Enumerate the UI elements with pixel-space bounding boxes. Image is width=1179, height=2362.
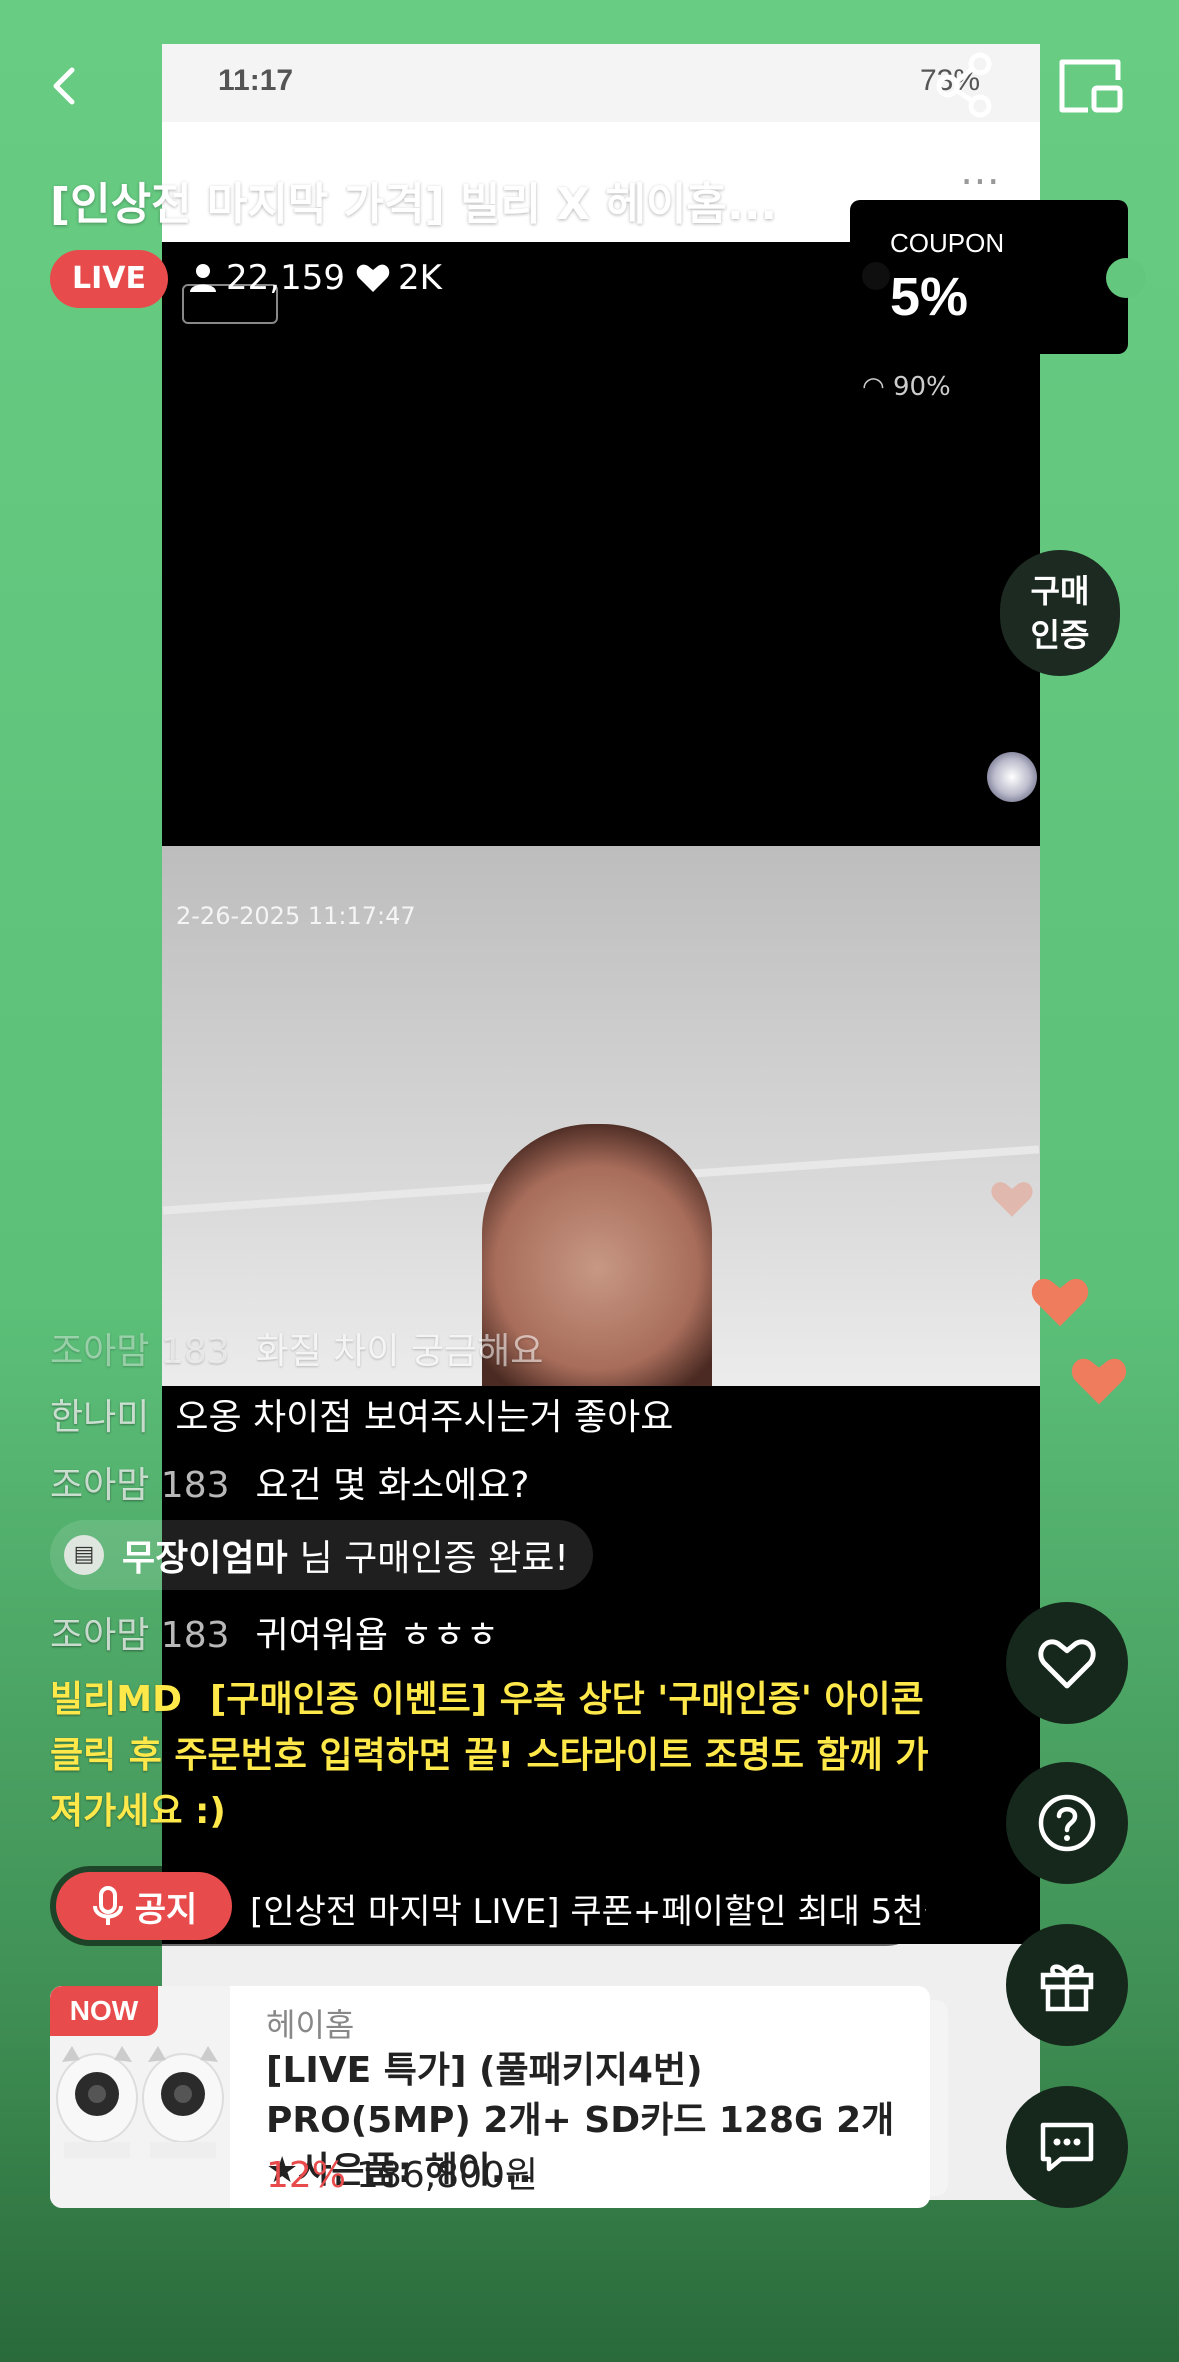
more-icon: ⋯ xyxy=(960,158,1000,204)
live-badge: LIVE xyxy=(50,250,168,308)
like-count-value: 2K xyxy=(398,258,442,298)
viewer-count: 22,159 xyxy=(188,258,345,298)
gift-button[interactable] xyxy=(1006,1924,1128,2046)
mic-icon xyxy=(92,1886,123,1925)
notice-button[interactable]: 공지 xyxy=(56,1872,232,1940)
chat-button[interactable] xyxy=(1006,2086,1128,2208)
purchase-verified-notice: ▤ 무장이엄마 님 구매인증 완료! xyxy=(50,1520,593,1590)
now-badge: NOW xyxy=(50,1986,158,2036)
like-count: 2K xyxy=(356,258,442,298)
camera-timestamp: 2-26-2025 11:17:47 xyxy=(176,902,416,930)
chat-text: 오옹 차이점 보여주시는거 좋아요 xyxy=(175,1397,674,1438)
verify-label-1: 구매 xyxy=(1030,572,1090,610)
announcement-user: 빌리MD xyxy=(50,1679,182,1720)
chat-user: 한나미 xyxy=(50,1397,150,1438)
camera-eye-icon xyxy=(987,752,1037,802)
like-button[interactable] xyxy=(1006,1602,1128,1724)
coupon-notch xyxy=(862,262,890,290)
coupon-value: 5% xyxy=(890,267,969,327)
price-value: 186,800원 xyxy=(356,2155,539,2196)
receipt-icon: ▤ xyxy=(64,1535,104,1575)
chat-message: 조아맘 183 귀여워욥 ㅎㅎㅎ xyxy=(50,1606,499,1658)
discount-rate: 12% xyxy=(266,2155,347,2196)
purchase-verify-button[interactable]: 구매 인증 xyxy=(1000,550,1120,676)
chat-user: 조아맘 183 xyxy=(50,1331,230,1372)
chat-message: 조아맘 183 화질 차이 궁금해요 xyxy=(50,1322,543,1374)
host-announcement: 빌리MD [구매인증 이벤트] 우측 상단 '구매인증' 아이콘 클릭 후 주문번… xyxy=(50,1672,940,1840)
phone-time: 11:17 xyxy=(218,64,294,97)
notice-button-label: 공지 xyxy=(134,1889,198,1930)
chat-text: 귀여워욥 ㅎㅎㅎ xyxy=(255,1615,499,1656)
phone-status-bar: 11:17 73% xyxy=(162,44,1040,122)
floating-heart-icon xyxy=(1071,1358,1127,1405)
person-icon xyxy=(190,264,216,292)
camera-product-icon xyxy=(142,2046,224,2158)
wifi-percent-label: 90% xyxy=(892,372,951,402)
wifi-icon: ◠ xyxy=(862,372,893,402)
product-card[interactable]: NOW 헤이홈 [LIVE 특가] (풀패키지4번) PRO(5MP) 2개+ … xyxy=(50,1986,930,2208)
share-button[interactable] xyxy=(930,50,998,118)
heart-icon xyxy=(1038,1639,1096,1689)
heart-icon xyxy=(356,264,390,292)
purchase-user: 무장이엄마 xyxy=(122,1538,288,1579)
coupon-card[interactable]: COUPON 5% xyxy=(850,200,1146,354)
product-image: NOW xyxy=(50,1986,230,2208)
chat-text: 요건 몇 화소에요? xyxy=(255,1465,530,1506)
notice-bar[interactable]: [인상전 마지막 LIVE] 쿠폰+페이할인 최대 5천원 추가 공지 xyxy=(50,1866,926,1946)
purchase-text: 님 구매인증 완료! xyxy=(299,1538,569,1579)
chat-text: 화질 차이 궁금해요 xyxy=(255,1331,544,1372)
notice-text: [인상전 마지막 LIVE] 쿠폰+페이할인 최대 5천원 추가 xyxy=(250,1892,926,1932)
share-icon xyxy=(936,52,992,118)
coupon-label: COUPON xyxy=(890,228,1005,258)
floating-heart-icon xyxy=(1031,1278,1089,1327)
help-icon xyxy=(1038,1794,1096,1852)
back-icon xyxy=(53,67,75,105)
stream-title: [인상전 마지막 가격] 빌리 X 헤이홈... xyxy=(50,179,778,230)
shop-name: 헤이홈 xyxy=(266,2006,355,2044)
gift-icon xyxy=(1040,1964,1094,2012)
pip-button[interactable] xyxy=(1054,54,1126,118)
chat-user: 조아맘 183 xyxy=(50,1615,230,1656)
chat-message: 한나미 오옹 차이점 보여주시는거 좋아요 xyxy=(50,1388,673,1440)
viewer-count-value: 22,159 xyxy=(226,258,345,298)
wifi-percent: ◠ 90% xyxy=(862,372,951,402)
verify-label-2: 인증 xyxy=(1030,616,1090,654)
floating-heart-icon xyxy=(991,1182,1033,1217)
chat-message: 조아맘 183 요건 몇 화소에요? xyxy=(50,1456,529,1508)
chat-icon xyxy=(1040,2122,1094,2172)
help-button[interactable] xyxy=(1006,1762,1128,1884)
chat-user: 조아맘 183 xyxy=(50,1465,230,1506)
pip-icon xyxy=(1059,59,1123,113)
camera-product-icon xyxy=(56,2046,138,2158)
back-button[interactable] xyxy=(36,56,96,116)
coupon-notch xyxy=(1106,258,1146,298)
product-price: 12% 186,800원 xyxy=(266,2146,538,2198)
